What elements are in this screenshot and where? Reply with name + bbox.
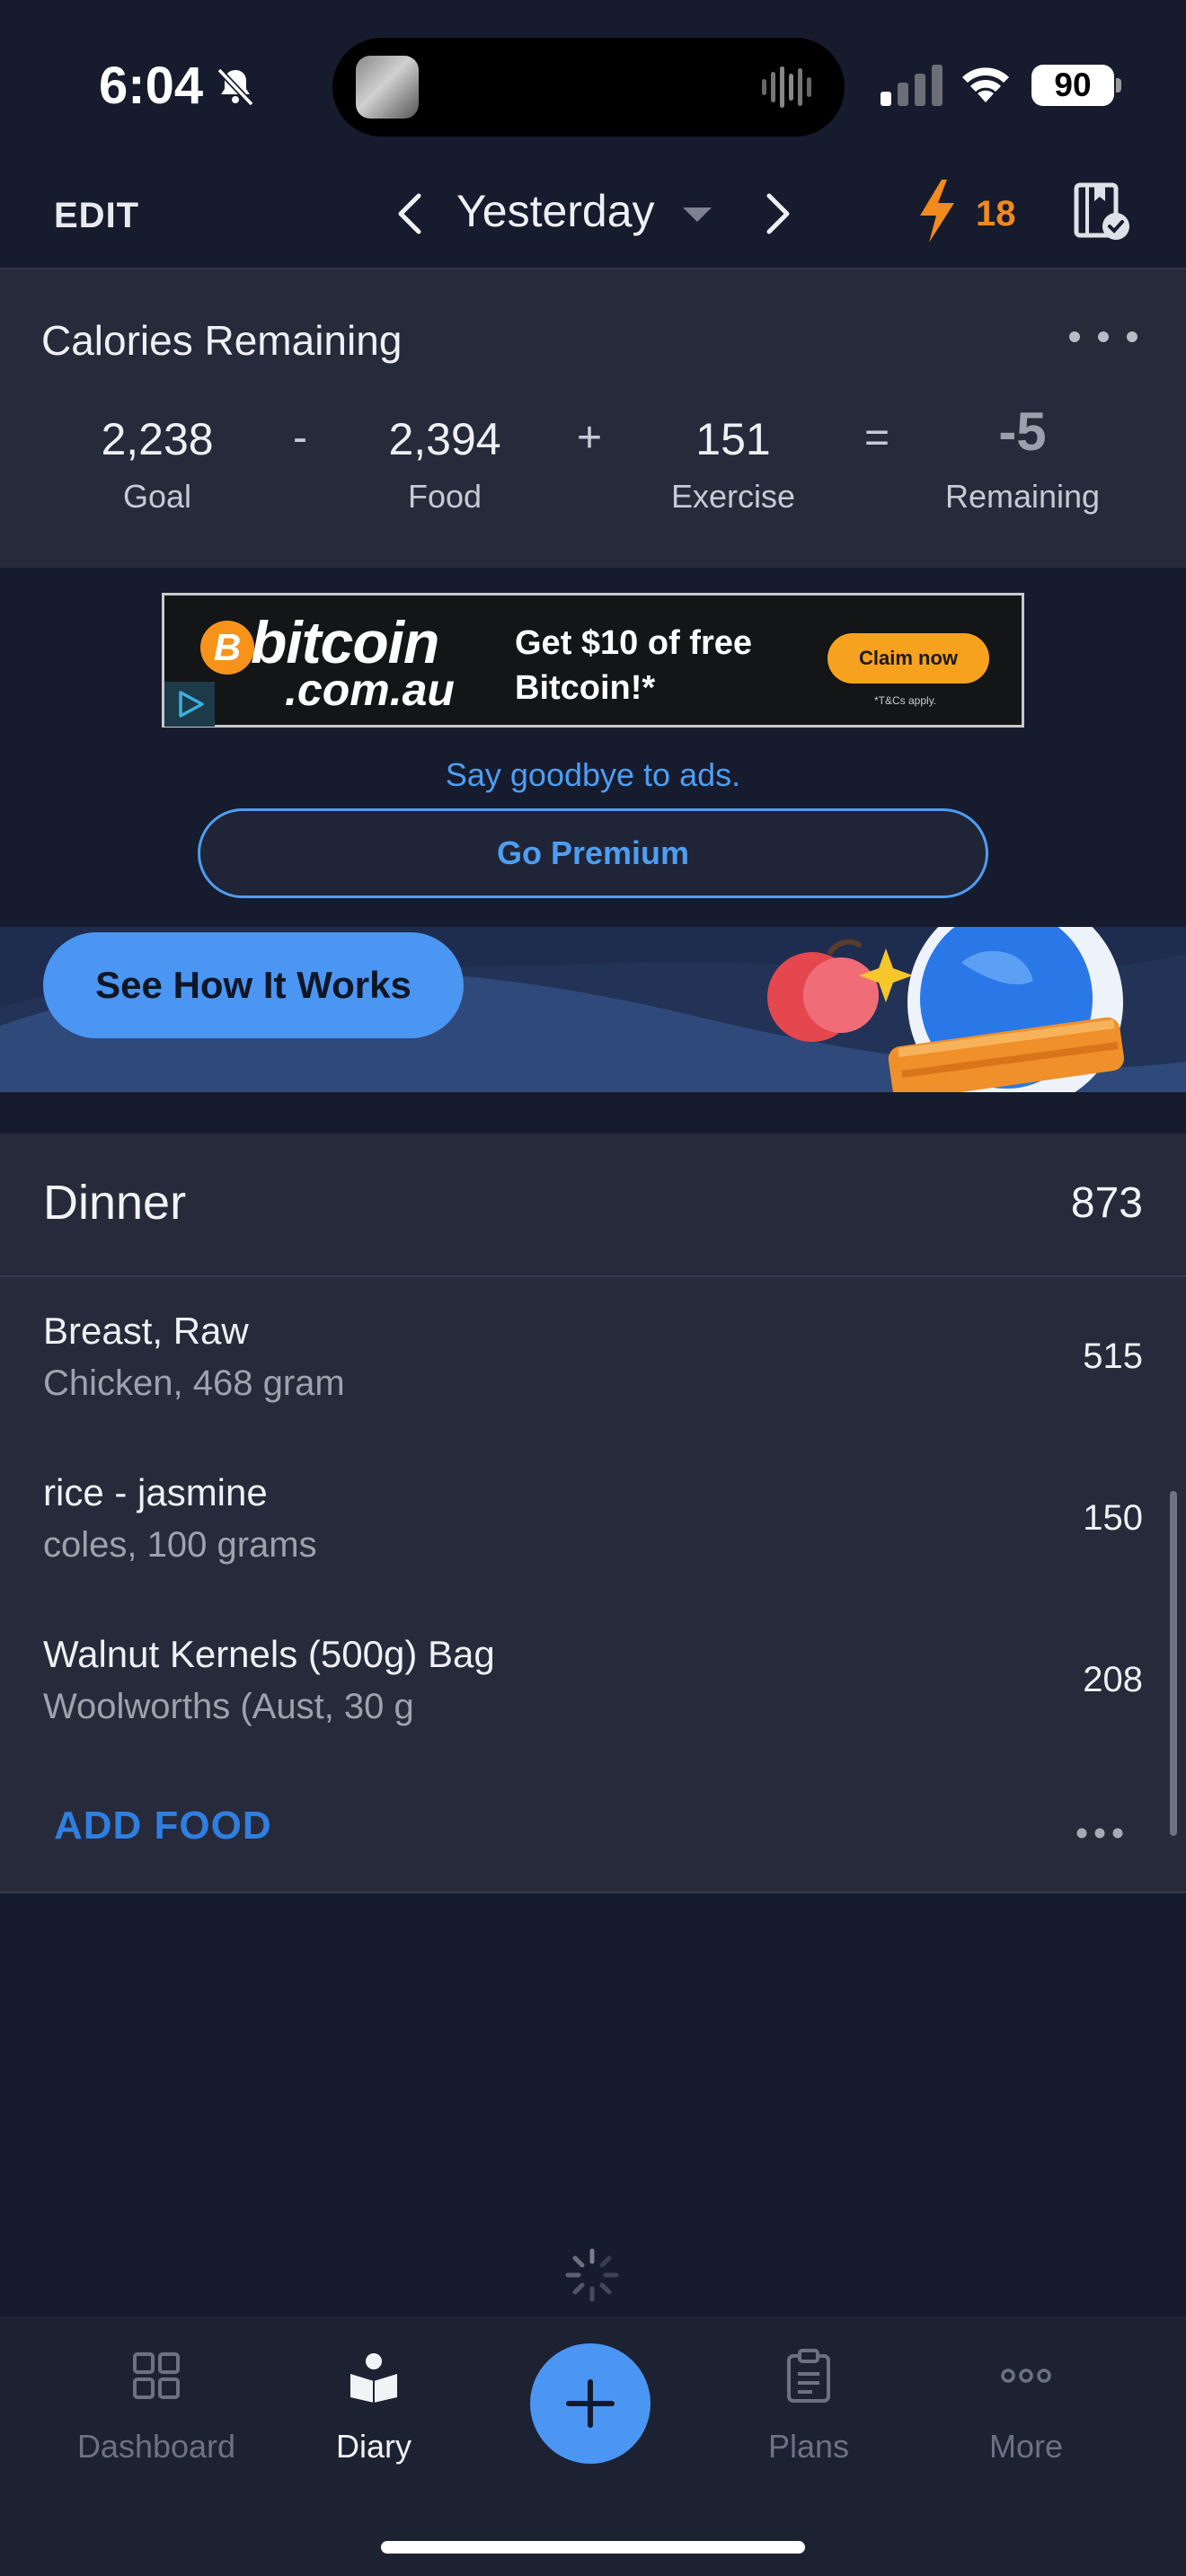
streak-count[interactable]: 18 <box>976 194 1016 234</box>
ad-claim-button[interactable]: Claim now <box>828 633 989 684</box>
food-detail: coles, 100 grams <box>43 1525 317 1565</box>
next-day-chevron-icon[interactable] <box>760 187 796 241</box>
scrollbar[interactable] <box>1170 1491 1177 1836</box>
equals-operator: = <box>864 414 890 462</box>
food-calories: 515 <box>1083 1337 1143 1376</box>
remove-ads-link[interactable]: Say goodbye to ads. <box>0 756 1186 794</box>
meal-section-dinner: Dinner 873 Breast, Raw Chicken, 468 gram… <box>0 1134 1186 1893</box>
cellular-signal-icon <box>881 65 943 106</box>
bell-off-icon <box>217 67 254 107</box>
diary-complete-check-icon[interactable] <box>1071 181 1132 243</box>
more-options-icon[interactable] <box>1066 327 1141 347</box>
food-name: Walnut Kernels (500g) Bag <box>43 1633 495 1675</box>
meal-section-divider <box>0 1892 1186 1893</box>
see-how-it-works-button[interactable]: See How It Works <box>43 932 464 1038</box>
tab-label: Plans <box>767 2428 850 2465</box>
more-dots-icon <box>1001 2369 1051 2383</box>
dynamic-island <box>332 38 845 137</box>
food-detail: Chicken, 468 gram <box>43 1363 345 1403</box>
edit-button[interactable]: EDIT <box>54 196 139 236</box>
ad-headline: Get $10 of free Bitcoin!* <box>515 624 752 707</box>
caret-down-icon[interactable] <box>681 205 713 225</box>
add-food-button[interactable]: ADD FOOD <box>54 1804 272 1848</box>
dashboard-grid-icon <box>133 2352 180 2399</box>
tab-label: Diary <box>335 2428 412 2465</box>
loading-spinner-icon <box>565 2248 619 2302</box>
ad-area: B bitcoin .com.au Get $10 of free Bitcoi… <box>0 568 1186 927</box>
ad-terms: *T&Cs apply. <box>874 694 937 707</box>
tab-dashboard[interactable]: Dashboard <box>58 2349 255 2492</box>
add-entry-fab[interactable] <box>530 2343 651 2464</box>
remaining-label: Remaining <box>944 478 1101 515</box>
lightning-bolt-icon[interactable] <box>915 178 960 244</box>
tab-more[interactable]: More <box>927 2349 1125 2492</box>
calories-remaining-card[interactable]: Calories Remaining 2,238 Goal - 2,394 Fo… <box>0 269 1186 568</box>
food-detail: Woolworths (Aust, 30 g <box>43 1687 414 1726</box>
ad-choices-icon[interactable] <box>175 689 206 719</box>
plus-icon <box>566 2379 615 2428</box>
calories-title: Calories Remaining <box>41 317 403 364</box>
bottom-tab-bar: Dashboard Diary Plans More <box>0 2317 1186 2576</box>
exercise-label: Exercise <box>670 478 796 515</box>
wifi-icon <box>962 67 1009 102</box>
diary-header: EDIT Yesterday 18 <box>0 171 1186 269</box>
ad-brand-suffix: .com.au <box>285 665 455 715</box>
food-value: 2,394 <box>388 414 501 464</box>
food-label: Food <box>407 478 482 515</box>
goal-label: Goal <box>122 478 192 515</box>
date-selector[interactable]: Yesterday <box>456 185 655 237</box>
go-premium-button[interactable]: Go Premium <box>198 808 988 898</box>
bitcoin-logo-icon: B <box>200 621 254 675</box>
audio-waveform-icon <box>762 66 811 108</box>
food-calories: 208 <box>1083 1660 1143 1699</box>
remaining-value: -5 <box>998 401 1047 462</box>
battery-indicator: 90 <box>1031 65 1114 106</box>
goal-value: 2,238 <box>101 414 214 464</box>
astronaut-illustration-icon <box>888 927 1125 1092</box>
meal-header[interactable]: Dinner 873 <box>0 1134 1186 1277</box>
minus-operator: - <box>293 414 307 462</box>
meal-total-calories: 873 <box>1070 1179 1143 1227</box>
status-time: 6:04 <box>99 57 204 115</box>
promo-banner[interactable]: See How It Works <box>0 927 1186 1092</box>
home-indicator[interactable] <box>381 2541 805 2554</box>
food-name: rice - jasmine <box>43 1471 268 1513</box>
food-calories: 150 <box>1083 1498 1143 1538</box>
now-playing-artwork <box>356 56 419 119</box>
ad-choices-badge[interactable] <box>164 682 215 727</box>
previous-day-chevron-icon[interactable] <box>392 187 428 241</box>
clipboard-icon <box>787 2349 830 2403</box>
ad-banner[interactable]: B bitcoin .com.au Get $10 of free Bitcoi… <box>162 593 1024 728</box>
food-name: Breast, Raw <box>43 1310 249 1352</box>
food-entry-row[interactable]: Walnut Kernels (500g) Bag Woolworths (Au… <box>0 1602 1186 1764</box>
tab-diary[interactable]: Diary <box>275 2349 473 2492</box>
section-gap <box>0 1092 1186 1134</box>
meal-more-options-icon[interactable] <box>1075 1825 1125 1841</box>
plus-operator: + <box>577 414 603 462</box>
diary-book-icon <box>350 2353 397 2403</box>
battery-tip <box>1116 78 1121 93</box>
tab-label: Dashboard <box>76 2428 236 2465</box>
food-entry-row[interactable]: rice - jasmine coles, 100 grams 150 <box>0 1441 1186 1602</box>
status-bar: 6:04 90 <box>0 0 1186 171</box>
tab-plans[interactable]: Plans <box>710 2349 907 2492</box>
exercise-value: 151 <box>695 414 771 464</box>
meal-title: Dinner <box>43 1176 187 1230</box>
tab-label: More <box>988 2428 1064 2465</box>
food-entry-row[interactable]: Breast, Raw Chicken, 468 gram 515 <box>0 1279 1186 1441</box>
